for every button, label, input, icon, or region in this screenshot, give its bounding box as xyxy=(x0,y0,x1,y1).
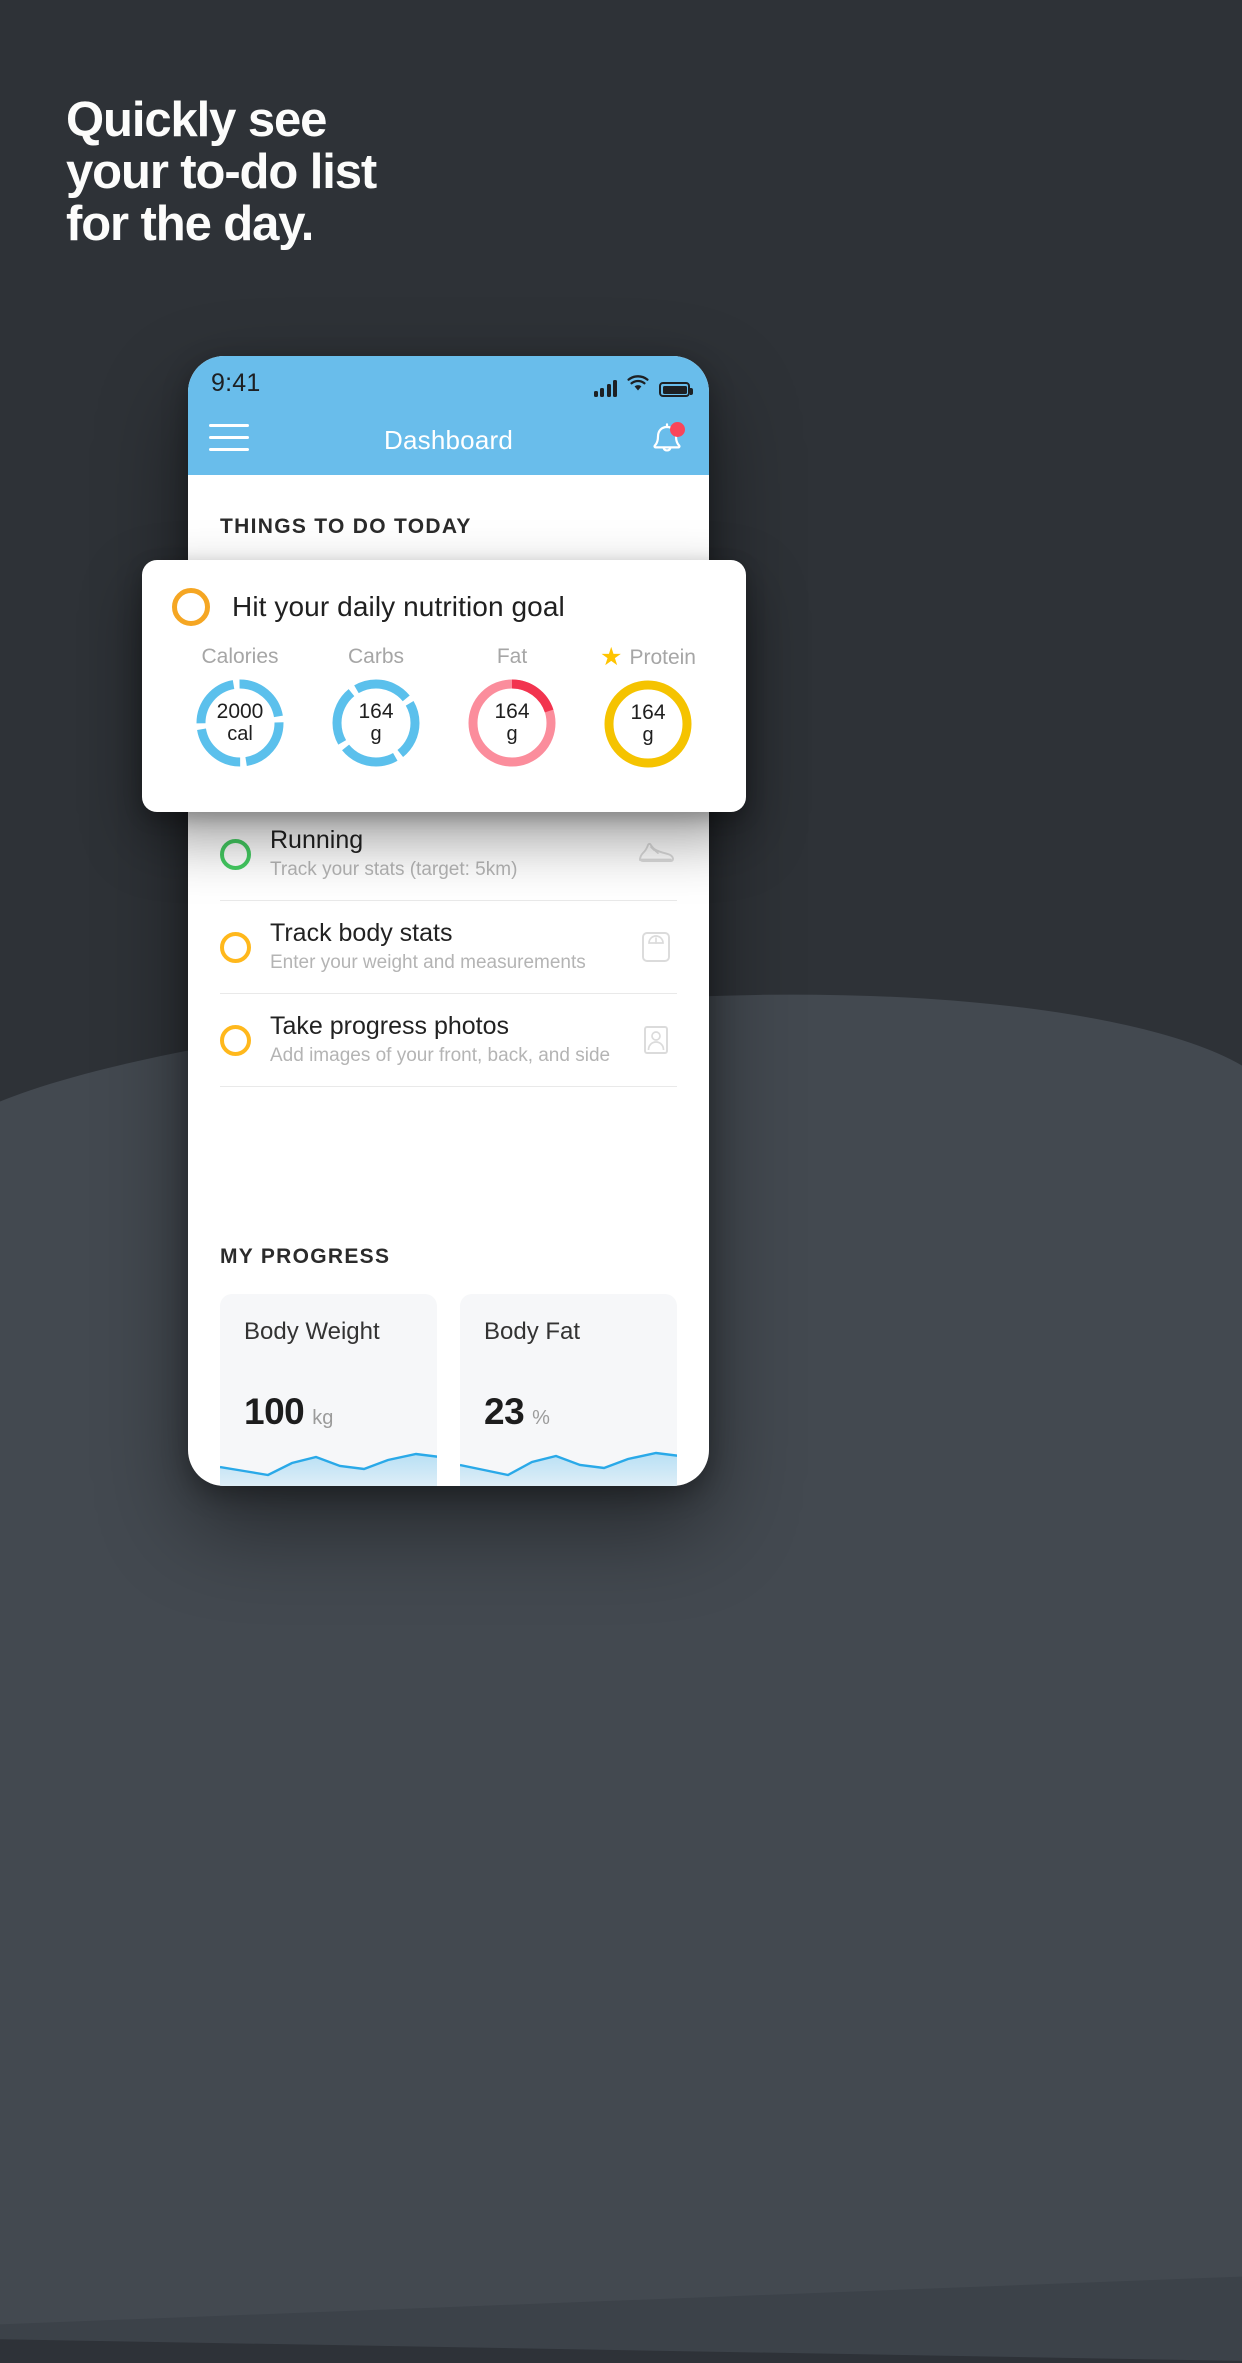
person-photo-icon xyxy=(635,1019,677,1061)
progress-card-unit: % xyxy=(532,1407,550,1429)
nav-row: Dashboard xyxy=(188,412,709,475)
progress-card-title: Body Fat xyxy=(484,1318,581,1345)
headline-line-3: for the day. xyxy=(66,197,314,251)
macro-list: Calories 2000 cal Carbs 164 g Fat 164 g … xyxy=(172,645,716,771)
progress-card-body-weight[interactable]: Body Weight 100 kg xyxy=(220,1294,437,1486)
progress-card-unit: kg xyxy=(312,1407,334,1429)
todo-subtitle: Track your stats (target: 5km) xyxy=(270,859,518,880)
checkbox-ring-icon[interactable] xyxy=(172,588,210,626)
todo-title: Track body stats xyxy=(270,919,453,947)
notification-badge xyxy=(670,422,685,437)
progress-card-body-fat[interactable]: Body Fat 23 % xyxy=(460,1294,677,1486)
todo-text: Track body stats Enter your weight and m… xyxy=(270,918,616,976)
todo-subtitle: Enter your weight and measurements xyxy=(270,952,586,973)
progress-card-value-row: 23 % xyxy=(484,1391,550,1433)
macro-protein[interactable]: ★ Protein 164 g xyxy=(580,645,716,771)
app-bar: 9:41 Dashboard xyxy=(188,356,709,475)
todo-text: Running Track your stats (target: 5km) xyxy=(270,825,616,883)
macro-calories[interactable]: Calories 2000 cal xyxy=(172,645,308,771)
signal-icon xyxy=(593,380,617,397)
progress-card-title: Body Weight xyxy=(244,1318,380,1345)
macro-fat[interactable]: Fat 164 g xyxy=(444,645,580,771)
donut-chart-protein: 164 g xyxy=(601,677,695,771)
battery-icon xyxy=(659,382,693,397)
progress-card-grid: Body Weight 100 kg Body Fat 23 % xyxy=(220,1294,677,1486)
macro-label: Calories xyxy=(201,645,279,668)
sparkline-chart xyxy=(460,1451,677,1486)
status-bar-icons xyxy=(593,374,693,397)
headline-line-1: Quickly see xyxy=(66,93,327,147)
macro-value: 164 xyxy=(630,701,666,724)
macro-value: 164 xyxy=(358,700,394,723)
star-icon: ★ xyxy=(600,643,623,671)
macro-label-row: ★ Protein xyxy=(580,645,716,670)
macro-label: Protein xyxy=(629,645,696,669)
todo-item-progress-photos[interactable]: Take progress photos Add images of your … xyxy=(220,994,677,1087)
macro-label-row: Calories xyxy=(172,645,308,669)
todo-subtitle: Add images of your front, back, and side xyxy=(270,1045,611,1066)
nutrition-card-title: Hit your daily nutrition goal xyxy=(232,591,565,622)
nutrition-card-header: Hit your daily nutrition goal xyxy=(172,588,716,626)
macro-label-row: Carbs xyxy=(308,645,444,669)
macro-label: Fat xyxy=(496,645,528,668)
status-bar: 9:41 xyxy=(188,356,709,412)
donut-chart-fat: 164 g xyxy=(465,676,559,770)
todo-list: Running Track your stats (target: 5km) T… xyxy=(220,807,677,1087)
headline-line-2: your to-do list xyxy=(66,145,377,199)
todo-title: Take progress photos xyxy=(270,1012,510,1040)
section-heading-progress: MY PROGRESS xyxy=(220,1245,391,1268)
donut-label: 164 g xyxy=(465,676,559,770)
macro-label: Carbs xyxy=(347,645,405,668)
checkbox-ring-icon[interactable] xyxy=(220,1024,251,1056)
todo-text: Take progress photos Add images of your … xyxy=(270,1011,616,1069)
macro-unit: cal xyxy=(227,723,253,745)
bell-icon[interactable] xyxy=(647,420,687,462)
status-bar-clock: 9:41 xyxy=(211,369,261,397)
macro-label-row: Fat xyxy=(444,645,580,669)
donut-label: 164 g xyxy=(329,676,423,770)
donut-chart-calories: 2000 cal xyxy=(193,676,287,770)
phone-mockup: 9:41 Dashboard THINGS TO DO TODAY Runnin… xyxy=(188,356,709,1486)
todo-item-body-stats[interactable]: Track body stats Enter your weight and m… xyxy=(220,901,677,994)
macro-value: 164 xyxy=(494,700,530,723)
progress-card-value: 23 xyxy=(484,1391,525,1432)
checkbox-ring-icon[interactable] xyxy=(220,838,251,870)
todo-title: Running xyxy=(270,826,364,854)
page-title: Dashboard xyxy=(384,425,513,455)
wifi-icon xyxy=(626,374,650,397)
donut-chart-carbs: 164 g xyxy=(329,676,423,770)
section-heading-todo: THINGS TO DO TODAY xyxy=(220,515,472,538)
sparkline-chart xyxy=(220,1452,437,1486)
checkbox-ring-icon[interactable] xyxy=(220,931,251,963)
macro-value: 2000 xyxy=(216,700,264,723)
progress-card-value-row: 100 kg xyxy=(244,1391,333,1433)
macro-unit: g xyxy=(642,724,654,746)
donut-label: 164 g xyxy=(601,677,695,771)
nutrition-goal-card[interactable]: Hit your daily nutrition goal Calories 2… xyxy=(142,560,746,812)
scale-icon xyxy=(635,926,677,968)
macro-carbs[interactable]: Carbs 164 g xyxy=(308,645,444,771)
donut-label: 2000 cal xyxy=(193,676,287,770)
todo-item-running[interactable]: Running Track your stats (target: 5km) xyxy=(220,807,677,901)
marketing-headline: Quickly see your to-do list for the day. xyxy=(66,93,377,251)
progress-card-value: 100 xyxy=(244,1391,305,1432)
macro-unit: g xyxy=(506,723,518,745)
macro-unit: g xyxy=(370,723,382,745)
running-shoe-icon xyxy=(635,833,677,875)
